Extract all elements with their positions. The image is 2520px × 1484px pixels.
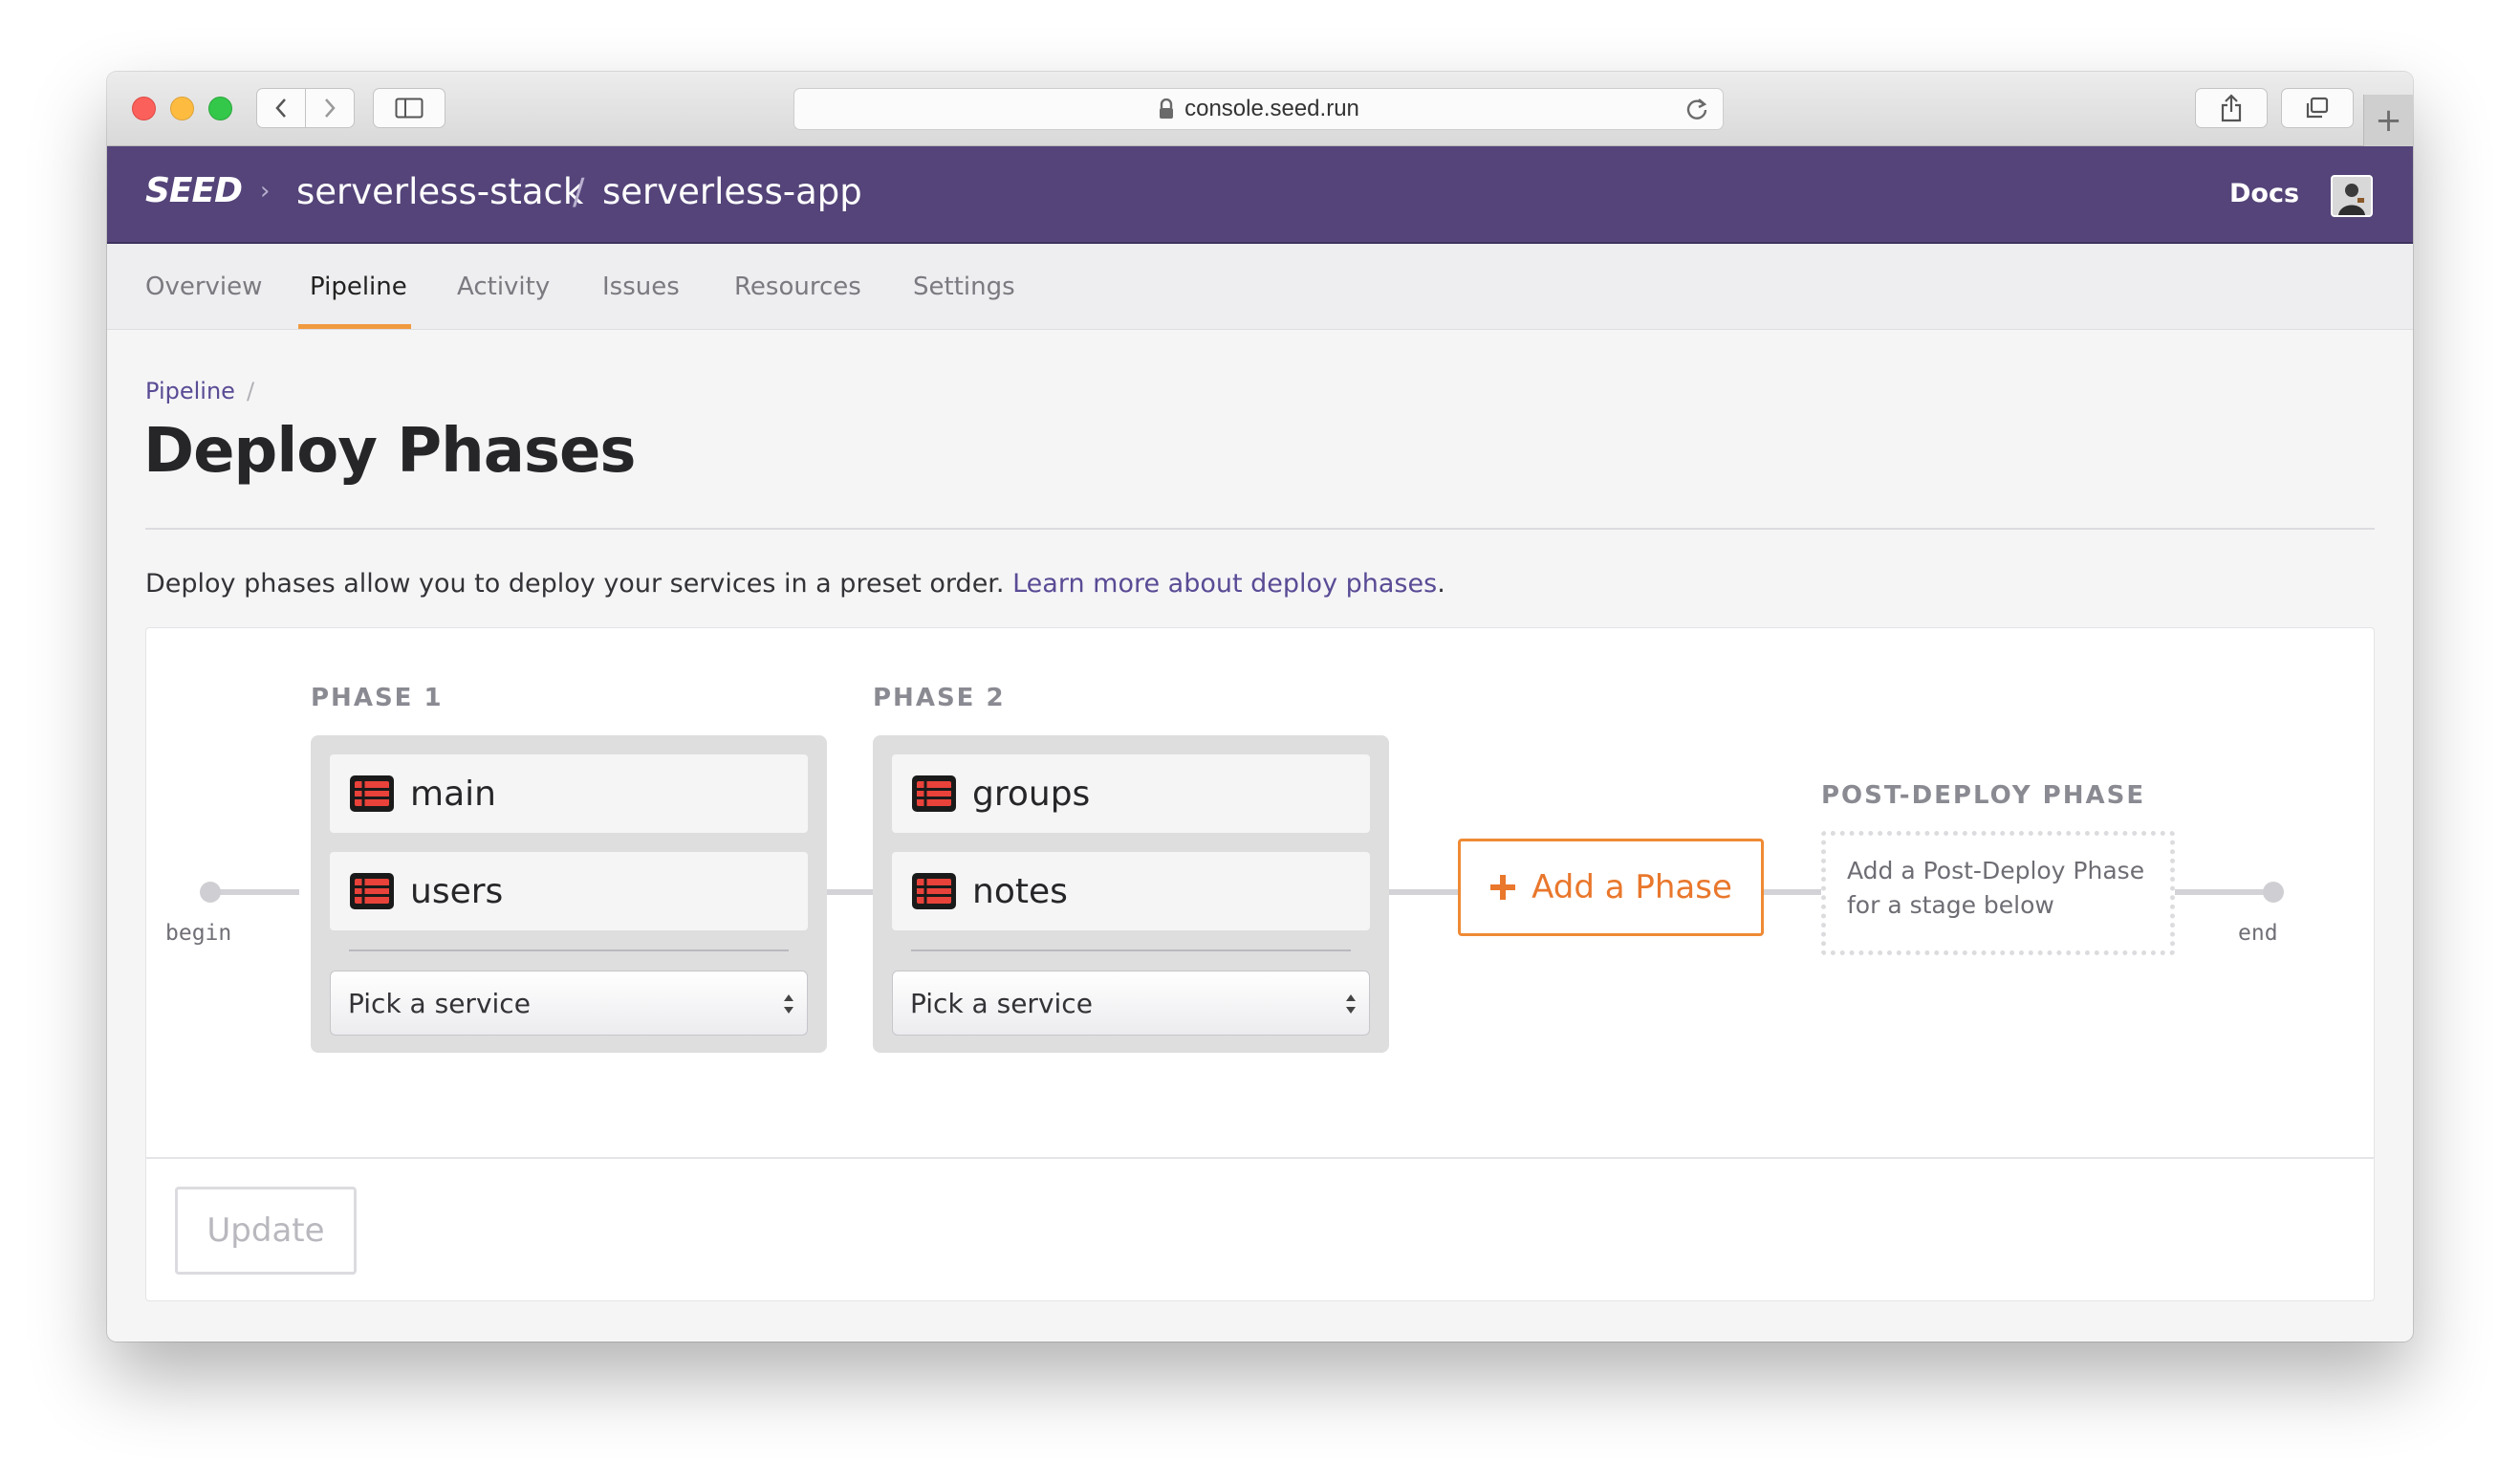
divider bbox=[145, 528, 2375, 530]
share-button[interactable] bbox=[2195, 88, 2268, 128]
select-arrows-icon bbox=[784, 994, 793, 1014]
phase-title: PHASE 1 bbox=[311, 684, 444, 712]
breadcrumb-separator: / bbox=[573, 171, 585, 212]
breadcrumb-separator: / bbox=[247, 378, 255, 404]
address-bar[interactable]: console.seed.run bbox=[793, 88, 1724, 130]
select-arrows-icon bbox=[1346, 994, 1356, 1014]
service-icon bbox=[350, 873, 394, 909]
service-name: main bbox=[410, 774, 496, 814]
learn-more-link[interactable]: Learn more about deploy phases bbox=[1012, 569, 1437, 599]
sidebar-toggle-button[interactable] bbox=[373, 88, 445, 128]
service-icon bbox=[912, 873, 956, 909]
post-deploy-placeholder[interactable]: Add a Post-Deploy Phase for a stage belo… bbox=[1821, 831, 2175, 955]
active-tab-indicator bbox=[298, 324, 411, 329]
pipeline-track bbox=[1764, 889, 1821, 895]
post-deploy-hint: for a stage below bbox=[1847, 891, 2054, 919]
service-name: groups bbox=[972, 774, 1091, 814]
update-button[interactable]: Update bbox=[175, 1187, 357, 1275]
deploy-phases-card: begin end PHASE 1 main users Pick a serv… bbox=[145, 627, 2375, 1301]
reload-icon[interactable] bbox=[1684, 97, 1709, 125]
begin-label: begin bbox=[165, 921, 232, 946]
docs-link[interactable]: Docs bbox=[2229, 179, 2299, 208]
phase-1-box: main users Pick a service bbox=[311, 735, 827, 1053]
service-name: notes bbox=[972, 871, 1068, 911]
pipeline-track bbox=[2175, 889, 2272, 895]
forward-icon bbox=[325, 98, 336, 118]
pick-service-value: Pick a service bbox=[910, 987, 1093, 1019]
service-icon bbox=[912, 775, 956, 812]
browser-toolbar: console.seed.run + bbox=[107, 72, 2413, 146]
project-tabs: Overview Pipeline Activity Issues Resour… bbox=[107, 244, 2413, 330]
service-name: users bbox=[410, 871, 504, 911]
add-phase-label: Add a Phase bbox=[1532, 868, 1732, 906]
new-tab-button[interactable]: + bbox=[2363, 95, 2413, 146]
intro-text: Deploy phases allow you to deploy your s… bbox=[145, 569, 1445, 599]
service-icon bbox=[350, 775, 394, 812]
pipeline-track bbox=[211, 889, 299, 895]
divider bbox=[911, 949, 1351, 951]
pipeline-track bbox=[1389, 889, 1458, 895]
tabs-icon bbox=[2306, 97, 2329, 119]
share-icon bbox=[2221, 94, 2242, 122]
seed-logo[interactable]: SEED bbox=[145, 171, 243, 210]
service-item[interactable]: users bbox=[330, 852, 808, 930]
app-header: SEED › serverless-stack / serverless-app… bbox=[107, 146, 2413, 244]
intro-tail: . bbox=[1437, 569, 1445, 599]
divider bbox=[349, 949, 789, 951]
minimize-window-button[interactable] bbox=[170, 97, 194, 120]
plus-icon bbox=[1490, 875, 1516, 900]
pick-service-select[interactable]: Pick a service bbox=[330, 971, 808, 1036]
close-window-button[interactable] bbox=[132, 97, 156, 120]
phase-title: PHASE 2 bbox=[873, 684, 1006, 712]
pick-service-select[interactable]: Pick a service bbox=[892, 971, 1370, 1036]
forward-button[interactable] bbox=[305, 88, 355, 128]
url-text: console.seed.run bbox=[1184, 96, 1359, 121]
post-deploy-hint: Add a Post-Deploy Phase bbox=[1847, 857, 2145, 884]
tab-activity[interactable]: Activity bbox=[457, 273, 550, 301]
begin-node bbox=[200, 882, 221, 903]
show-tabs-button[interactable] bbox=[2281, 88, 2354, 128]
phase-2-box: groups notes Pick a service bbox=[873, 735, 1389, 1053]
service-item[interactable]: main bbox=[330, 754, 808, 833]
page-title: Deploy Phases bbox=[143, 416, 636, 487]
maximize-window-button[interactable] bbox=[208, 97, 232, 120]
tab-issues[interactable]: Issues bbox=[602, 273, 680, 301]
browser-window: console.seed.run + SEED › serverless-sta… bbox=[107, 72, 2413, 1342]
chevron-right-icon: › bbox=[260, 177, 271, 206]
app-name-link[interactable]: serverless-app bbox=[602, 171, 862, 212]
back-button[interactable] bbox=[256, 88, 306, 128]
lock-icon bbox=[1158, 98, 1175, 120]
breadcrumb-pipeline-link[interactable]: Pipeline bbox=[145, 378, 235, 404]
back-icon bbox=[275, 98, 286, 118]
org-name-link[interactable]: serverless-stack bbox=[296, 171, 583, 212]
intro-body: Deploy phases allow you to deploy your s… bbox=[145, 569, 1013, 599]
avatar[interactable] bbox=[2331, 175, 2373, 217]
pick-service-value: Pick a service bbox=[348, 987, 531, 1019]
tab-pipeline[interactable]: Pipeline bbox=[310, 273, 407, 301]
new-tab-icon: + bbox=[2375, 101, 2402, 140]
tab-resources[interactable]: Resources bbox=[734, 273, 861, 301]
divider bbox=[146, 1157, 2374, 1159]
end-node bbox=[2263, 882, 2284, 903]
tab-settings[interactable]: Settings bbox=[913, 273, 1015, 301]
service-item[interactable]: notes bbox=[892, 852, 1370, 930]
service-item[interactable]: groups bbox=[892, 754, 1370, 833]
end-label: end bbox=[2238, 921, 2278, 946]
post-deploy-title: POST-DEPLOY PHASE bbox=[1821, 781, 2146, 810]
add-phase-button[interactable]: Add a Phase bbox=[1458, 839, 1764, 936]
tab-overview[interactable]: Overview bbox=[145, 273, 262, 301]
sidebar-icon bbox=[395, 98, 424, 119]
